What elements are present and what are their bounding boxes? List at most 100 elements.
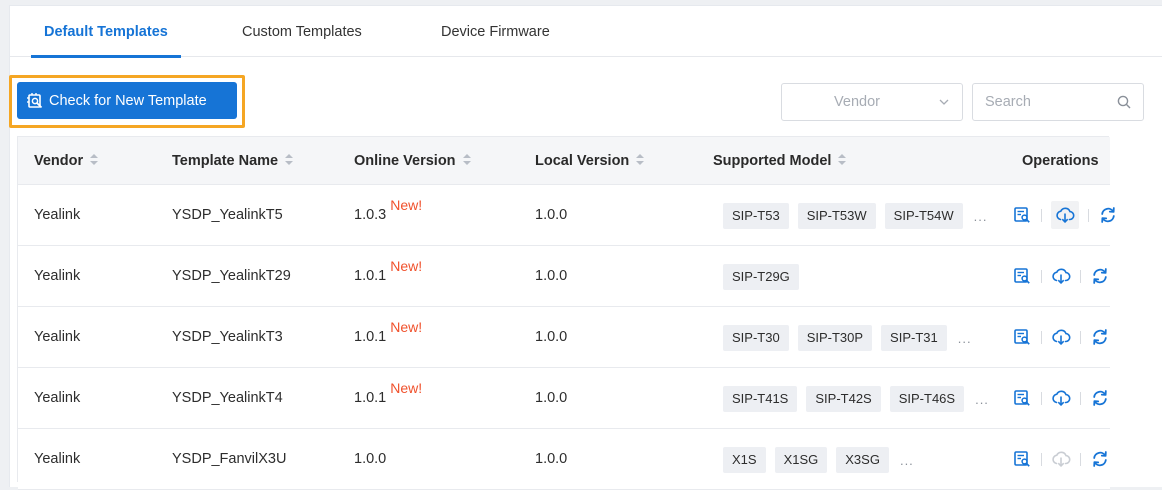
sort-icon xyxy=(636,153,645,166)
operation-divider xyxy=(1080,269,1081,283)
cloud-download-icon[interactable] xyxy=(1051,388,1071,408)
tab-custom-templates[interactable]: Custom Templates xyxy=(242,6,362,57)
vendor-cell: Yealink xyxy=(34,207,81,223)
column-header-local-version[interactable]: Local Version xyxy=(535,137,645,185)
model-chip: SIP-T30 xyxy=(723,325,789,351)
view-template-icon[interactable] xyxy=(1012,388,1032,408)
operation-divider xyxy=(1041,269,1042,283)
model-chip: X1S xyxy=(723,447,766,473)
more-models-indicator[interactable]: ... xyxy=(900,453,914,468)
model-chip: SIP-T30P xyxy=(797,325,873,351)
sort-icon xyxy=(838,153,847,166)
template-check-icon xyxy=(27,92,43,108)
refresh-icon[interactable] xyxy=(1090,388,1110,408)
row-operations xyxy=(1012,201,1118,229)
table-row: Yealink YSDP_YealinkT4 1.0.1 New! 1.0.0 S… xyxy=(18,368,1110,429)
view-template-icon[interactable] xyxy=(1012,205,1032,225)
column-header-template-name[interactable]: Template Name xyxy=(172,137,294,185)
sort-icon xyxy=(285,153,294,166)
model-chip: SIP-T31 xyxy=(881,325,947,351)
refresh-icon[interactable] xyxy=(1090,327,1110,347)
supported-model-header-label: Supported Model xyxy=(713,153,832,169)
tab-device-firmware-label: Device Firmware xyxy=(441,24,550,40)
search-icon[interactable] xyxy=(1117,95,1131,109)
model-chip: SIP-T46S xyxy=(889,386,965,412)
new-version-badge: New! xyxy=(390,197,423,213)
online-version-cell: 1.0.1 New! xyxy=(354,307,422,367)
sort-icon xyxy=(462,153,471,166)
online-version-cell: 1.0.1 New! xyxy=(354,246,422,306)
template-name-cell: YSDP_YealinkT4 xyxy=(172,390,283,406)
template-name-cell: YSDP_FanvilX3U xyxy=(172,451,287,467)
operation-divider xyxy=(1080,330,1081,344)
operation-divider xyxy=(1080,452,1081,466)
cloud-download-icon[interactable] xyxy=(1051,201,1079,229)
refresh-icon[interactable] xyxy=(1090,266,1110,286)
vendor-filter-select[interactable]: Vendor xyxy=(781,83,963,121)
template-name-cell: YSDP_YealinkT5 xyxy=(172,207,283,223)
row-operations xyxy=(1012,323,1110,351)
table-header: Vendor Template Name Online Version Loca… xyxy=(18,137,1110,185)
cloud-download-icon[interactable] xyxy=(1051,327,1071,347)
tab-custom-templates-label: Custom Templates xyxy=(242,24,362,40)
tab-default-templates[interactable]: Default Templates xyxy=(31,6,181,58)
operation-divider xyxy=(1088,208,1089,222)
refresh-icon[interactable] xyxy=(1098,205,1118,225)
vendor-cell: Yealink xyxy=(34,329,81,345)
more-models-indicator[interactable]: ... xyxy=(975,392,989,407)
vendor-header-label: Vendor xyxy=(34,153,84,169)
check-for-new-template-button[interactable]: Check for New Template xyxy=(17,82,237,119)
column-header-supported-model[interactable]: Supported Model xyxy=(713,137,847,185)
supported-models: X1S X1SG X3SG... xyxy=(723,447,914,473)
local-version-cell: 1.0.0 xyxy=(535,451,568,467)
operation-divider xyxy=(1041,330,1042,344)
table-row: Yealink YSDP_YealinkT3 1.0.1 New! 1.0.0 S… xyxy=(18,307,1110,368)
row-operations xyxy=(1012,445,1110,473)
tab-default-templates-label: Default Templates xyxy=(44,24,168,40)
search-box xyxy=(972,83,1144,121)
template-name-header-label: Template Name xyxy=(172,153,279,169)
supported-models: SIP-T30 SIP-T30P SIP-T31... xyxy=(723,325,972,351)
more-models-indicator[interactable]: ... xyxy=(974,209,988,224)
model-chip: SIP-T54W xyxy=(884,203,963,229)
row-operations xyxy=(1012,262,1110,290)
cloud-download-icon[interactable] xyxy=(1051,266,1071,286)
online-version-cell: 1.0.3 New! xyxy=(354,185,422,245)
model-chip: SIP-T29G xyxy=(723,264,799,290)
template-name-cell: YSDP_YealinkT3 xyxy=(172,329,283,345)
tab-device-firmware[interactable]: Device Firmware xyxy=(441,6,550,57)
online-version-wrap: 1.0.0 xyxy=(354,429,386,489)
table-row: Yealink YSDP_FanvilX3U 1.0.0 1.0.0 X1S X1… xyxy=(18,429,1110,490)
vendor-cell: Yealink xyxy=(34,451,81,467)
new-version-badge: New! xyxy=(390,380,423,396)
online-version-wrap: 1.0.1 New! xyxy=(354,246,422,306)
table-row: Yealink YSDP_YealinkT5 1.0.3 New! 1.0.0 S… xyxy=(18,185,1115,246)
view-template-icon[interactable] xyxy=(1012,327,1032,347)
sort-icon xyxy=(90,153,99,166)
column-header-operations: Operations xyxy=(1022,137,1099,185)
model-chip: SIP-T41S xyxy=(723,386,798,412)
view-template-icon[interactable] xyxy=(1012,266,1032,286)
more-models-indicator[interactable]: ... xyxy=(958,331,972,346)
local-version-cell: 1.0.0 xyxy=(535,207,568,223)
model-chip: SIP-T53 xyxy=(723,203,789,229)
supported-models: SIP-T29G xyxy=(723,264,808,290)
row-operations xyxy=(1012,384,1110,412)
column-header-vendor[interactable]: Vendor xyxy=(34,137,99,185)
operation-divider xyxy=(1041,391,1042,405)
vendor-select-placeholder: Vendor xyxy=(834,94,880,110)
vendor-cell: Yealink xyxy=(34,268,81,284)
model-chip: SIP-T42S xyxy=(806,386,881,412)
operation-divider xyxy=(1080,391,1081,405)
search-input[interactable] xyxy=(973,84,1103,120)
operation-divider xyxy=(1041,208,1042,222)
supported-models: SIP-T41S SIP-T42S SIP-T46S... xyxy=(723,386,989,412)
online-version-value: 1.0.3 xyxy=(354,207,387,223)
view-template-icon[interactable] xyxy=(1012,449,1032,469)
table-row: Yealink YSDP_YealinkT29 1.0.1 New! 1.0.0 … xyxy=(18,246,1110,307)
online-version-value: 1.0.1 xyxy=(354,329,387,345)
refresh-icon[interactable] xyxy=(1090,449,1110,469)
cloud-download-icon xyxy=(1051,449,1071,469)
online-version-value: 1.0.1 xyxy=(354,268,387,284)
check-button-label: Check for New Template xyxy=(49,92,207,109)
